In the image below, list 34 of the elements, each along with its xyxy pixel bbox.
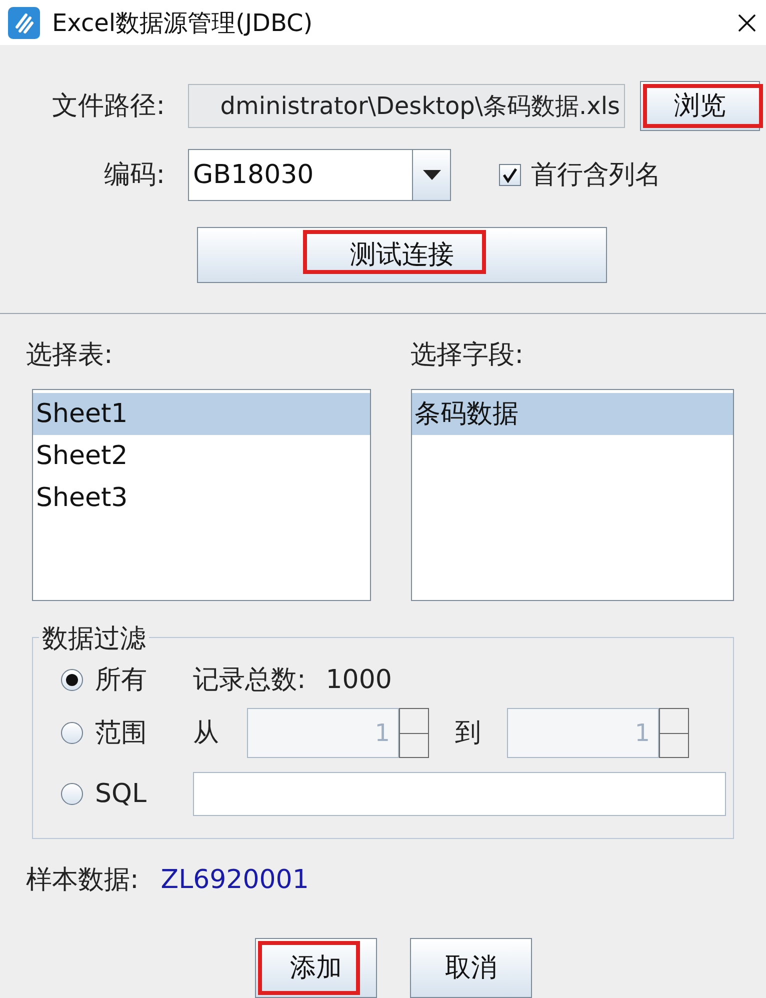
list-item[interactable]: Sheet2 [33, 435, 370, 477]
window-title: Excel数据源管理(JDBC) [52, 8, 314, 38]
dialog-button[interactable]: 取消 [410, 938, 532, 998]
browse-button[interactable]: 浏览 [640, 81, 760, 131]
section-label: 选择表: [26, 339, 114, 372]
list-item[interactable]: 条码数据 [412, 393, 733, 435]
list-item[interactable]: Sheet3 [33, 477, 370, 519]
dropdown-arrow-icon [422, 170, 440, 180]
radio-button[interactable] [61, 722, 83, 744]
spin-buttons[interactable] [399, 708, 429, 758]
path-field[interactable]: dministrator\Desktop\条码数据.xls [188, 84, 625, 128]
sql-field[interactable] [193, 772, 726, 816]
app-logo-icon [8, 6, 40, 38]
field-label: 编码: [103, 158, 165, 192]
radio-label: SQL [95, 778, 146, 810]
test-connection-button[interactable]: 测试连接 [197, 227, 607, 283]
encoding-dropdown[interactable]: GB18030 [188, 149, 451, 201]
dialog-button[interactable]: 添加 [255, 938, 377, 998]
spin-buttons[interactable] [659, 708, 689, 758]
sample-label: 样本数据: [26, 864, 139, 897]
section-label: 选择字段: [410, 339, 524, 372]
sample-value: ZL6920001 [160, 864, 309, 897]
radio-button[interactable] [61, 783, 83, 805]
count-label: 记录总数: [193, 664, 306, 696]
radio-label: 所有 [95, 664, 147, 696]
radio-button[interactable] [61, 669, 83, 691]
checkbox[interactable] [499, 164, 521, 186]
list-item[interactable]: Sheet1 [33, 393, 370, 435]
from-label: 从 [193, 716, 220, 750]
checkbox-label: 首行含列名 [531, 158, 661, 192]
radio-label: 范围 [95, 716, 147, 750]
field-label: 文件路径: [51, 90, 165, 122]
to-label: 到 [454, 716, 482, 750]
count-value: 1000 [326, 664, 392, 696]
